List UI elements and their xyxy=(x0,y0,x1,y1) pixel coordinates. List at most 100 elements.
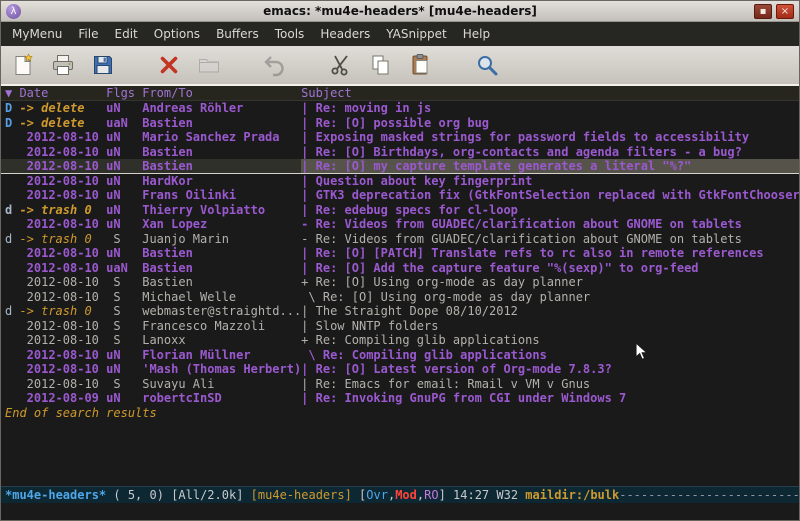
title-bar: λ emacs: *mu4e-headers* [mu4e-headers] ▪… xyxy=(1,1,799,22)
from-cell: Thierry Volpiatto xyxy=(142,203,301,218)
mark-cell xyxy=(5,391,19,406)
subject-cell: | Question about key fingerprint xyxy=(301,174,799,189)
from-cell: Bastien xyxy=(142,159,301,173)
readonly-indicator: RO xyxy=(424,488,438,502)
message-row[interactable]: 2012-08-10 SFrancesco Mazzoli| Slow NNTP… xyxy=(1,319,799,334)
date-cell: -> delete xyxy=(19,116,106,131)
window-controls: ▪ × xyxy=(754,4,794,19)
search-icon[interactable] xyxy=(473,51,501,79)
column-header-flags[interactable]: Flgs xyxy=(106,86,142,100)
date-cell: 2012-08-10 xyxy=(19,130,106,145)
cut-icon[interactable] xyxy=(327,51,355,79)
header-line: ▼ Date Flgs From/To Subject xyxy=(1,86,799,101)
menu-edit[interactable]: Edit xyxy=(107,24,146,44)
column-header-date[interactable]: Date xyxy=(19,86,106,100)
subject-cell: \ Re: [O] Using org-mode as day planner xyxy=(301,290,799,305)
message-row[interactable]: 2012-08-10uNMario Sanchez Prada| Exposin… xyxy=(1,130,799,145)
close-button[interactable]: × xyxy=(776,4,794,19)
date-cell: 2012-08-10 xyxy=(19,159,106,173)
message-row[interactable]: 2012-08-10 SLanoxx+ Re: Compiling glib a… xyxy=(1,333,799,348)
copy-icon[interactable] xyxy=(367,51,395,79)
clock: 14:27 xyxy=(453,488,496,502)
message-row[interactable]: d-> trash 0 SJuanjo Marin- Re: Videos fr… xyxy=(1,232,799,247)
menu-help[interactable]: Help xyxy=(455,24,498,44)
subject-cell: + Re: Compiling glib applications xyxy=(301,333,799,348)
from-cell: Bastien xyxy=(142,261,301,276)
from-cell: 'Mash (Thomas Herbert) xyxy=(142,362,301,377)
mark-cell xyxy=(5,174,19,189)
mark-cell xyxy=(5,362,19,377)
menu-file[interactable]: File xyxy=(70,24,106,44)
date-cell: 2012-08-10 xyxy=(19,145,106,160)
message-row[interactable]: 2012-08-09uNrobertcInSD| Re: Invoking Gn… xyxy=(1,391,799,406)
echo-area[interactable] xyxy=(1,503,799,520)
message-row[interactable]: 2012-08-10uNHardKor| Question about key … xyxy=(1,174,799,189)
menu-mymenu[interactable]: MyMenu xyxy=(4,24,70,44)
from-cell: Suvayu Ali xyxy=(142,377,301,392)
print-icon[interactable] xyxy=(49,51,77,79)
message-row[interactable]: 2012-08-10uNBastien| Re: [O] my capture … xyxy=(1,159,799,174)
subject-cell: | Re: Invoking GnuPG from CGI under Wind… xyxy=(301,391,799,406)
message-row[interactable]: 2012-08-10uNBastien| Re: [O] [PATCH] Tra… xyxy=(1,246,799,261)
date-cell: 2012-08-10 xyxy=(19,377,106,392)
from-cell: Mario Sanchez Prada xyxy=(142,130,301,145)
flags-cell: uN xyxy=(106,246,142,261)
date-cell: -> delete xyxy=(19,101,106,116)
from-cell: webmaster@straightd... xyxy=(142,304,301,319)
subject-cell: | Re: [O] Latest version of Org-mode 7.8… xyxy=(301,362,799,377)
message-row[interactable]: 2012-08-10 SBastien+ Re: [O] Using org-m… xyxy=(1,275,799,290)
mark-cell: D xyxy=(5,116,19,131)
mark-cell: d xyxy=(5,304,19,319)
undo-icon xyxy=(261,51,289,79)
message-row[interactable]: D-> deleteuaNBastien| Re: [O] possible o… xyxy=(1,116,799,131)
subject-cell: | Re: edebug specs for cl-loop xyxy=(301,203,799,218)
message-row[interactable]: 2012-08-10 SSuvayu Ali| Re: Emacs for em… xyxy=(1,377,799,392)
mark-cell xyxy=(5,348,19,363)
menu-headers[interactable]: Headers xyxy=(312,24,378,44)
message-row[interactable]: 2012-08-10uaNBastien| Re: [O] Add the ca… xyxy=(1,261,799,276)
mark-cell xyxy=(5,333,19,348)
message-row[interactable]: 2012-08-10uN'Mash (Thomas Herbert)| Re: … xyxy=(1,362,799,377)
date-cell: 2012-08-10 xyxy=(19,290,106,305)
mark-cell xyxy=(5,145,19,160)
mark-cell xyxy=(5,217,19,232)
from-cell: Juanjo Marin xyxy=(142,232,301,247)
save-icon[interactable] xyxy=(89,51,117,79)
subject-cell: | Re: [O] possible org bug xyxy=(301,116,799,131)
menu-bar: MyMenuFileEditOptionsBuffersToolsHeaders… xyxy=(1,22,799,46)
message-row[interactable]: D-> deleteuNAndreas Röhler| Re: moving i… xyxy=(1,101,799,116)
date-cell: 2012-08-10 xyxy=(19,333,106,348)
mark-cell xyxy=(5,377,19,392)
menu-buffers[interactable]: Buffers xyxy=(208,24,267,44)
message-row[interactable]: 2012-08-10 SMichael Welle \ Re: [O] Usin… xyxy=(1,290,799,305)
menu-tools[interactable]: Tools xyxy=(267,24,313,44)
emacs-icon: λ xyxy=(6,4,21,19)
message-row[interactable]: 2012-08-10uNXan Lopez- Re: Videos from G… xyxy=(1,217,799,232)
message-row[interactable]: 2012-08-10uNFlorian Müllner \ Re: Compil… xyxy=(1,348,799,363)
close-icon[interactable] xyxy=(155,51,183,79)
column-header-subject[interactable]: Subject xyxy=(301,86,799,100)
from-cell: Florian Müllner xyxy=(142,348,301,363)
mark-cell: d xyxy=(5,232,19,247)
message-row[interactable]: d-> trash 0uNThierry Volpiatto| Re: edeb… xyxy=(1,203,799,218)
subject-cell: | The Straight Dope 08/10/2012 xyxy=(301,304,799,319)
subject-cell: - Re: Videos from GUADEC/clarification a… xyxy=(301,217,799,232)
message-row[interactable]: 2012-08-10uNBastien| Re: [O] Birthdays, … xyxy=(1,145,799,160)
menu-options[interactable]: Options xyxy=(146,24,208,44)
menu-yasnippet[interactable]: YASnippet xyxy=(378,24,455,44)
window-title: emacs: *mu4e-headers* [mu4e-headers] xyxy=(1,4,799,18)
flags-cell: uaN xyxy=(106,261,142,276)
mark-cell xyxy=(5,319,19,334)
message-row[interactable]: 2012-08-10uNFrans Oilinki| GTK3 deprecat… xyxy=(1,188,799,203)
message-row[interactable]: d-> trash 0 Swebmaster@straightd...| The… xyxy=(1,304,799,319)
shade-button[interactable]: ▪ xyxy=(754,4,772,19)
flags-cell: S xyxy=(106,290,142,305)
new-file-icon[interactable] xyxy=(9,51,37,79)
mark-cell xyxy=(5,159,19,173)
paste-icon[interactable] xyxy=(407,51,435,79)
mark-cell xyxy=(5,246,19,261)
flags-cell: uN xyxy=(106,101,142,116)
subject-cell: + Re: [O] Using org-mode as day planner xyxy=(301,275,799,290)
column-header-from[interactable]: From/To xyxy=(142,86,301,100)
from-cell: Lanoxx xyxy=(142,333,301,348)
